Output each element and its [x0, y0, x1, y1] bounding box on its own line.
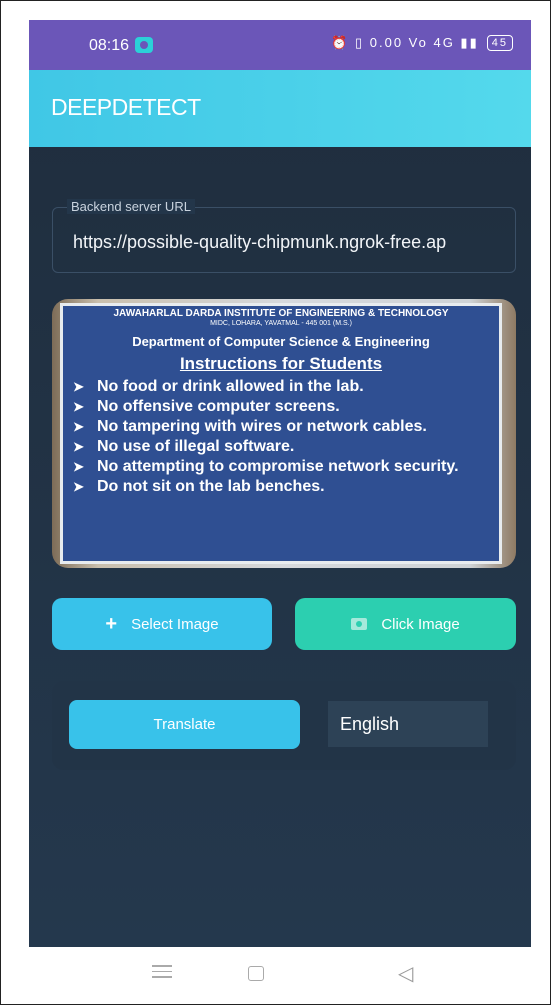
list-item: ➤ No offensive computer screens. — [73, 398, 340, 415]
list-item: ➤ No food or drink allowed in the lab. — [73, 378, 364, 395]
click-image-label: Click Image — [381, 615, 460, 633]
phone-screen: 08:16 ⏰ ▯ 0.00 Vo 4G ▮▮ 45 DEEPDETECT Ba… — [29, 20, 531, 947]
list-item: ➤ Do not sit on the lab benches. — [73, 478, 325, 495]
instruction-list: ➤ No food or drink allowed in the lab. ➤ N… — [63, 377, 499, 497]
click-image-button[interactable]: Click Image — [295, 598, 516, 650]
select-image-button[interactable]: + Select Image — [52, 598, 272, 650]
board-department: Department of Computer Science & Enginee… — [132, 334, 430, 349]
board-address: MIDC, LOHARA, YAVATMAL - 445 001 (M.S.) — [210, 320, 352, 327]
board-institute: JAWAHARLAL DARDA INSTITUTE OF ENGINEERIN… — [113, 308, 449, 319]
arrow-icon: ➤ — [73, 419, 84, 434]
list-item: ➤ No tampering with wires or network cabl… — [73, 418, 427, 435]
language-select[interactable]: English — [328, 701, 488, 747]
status-icons: ⏰ ▯ 0.00 Vo 4G ▮▮ 45 — [331, 35, 513, 51]
url-field-label: Backend server URL — [67, 199, 195, 214]
url-input[interactable]: https://possible-quality-chipmunk.ngrok-… — [73, 232, 507, 253]
home-icon[interactable] — [248, 966, 264, 981]
plus-icon: + — [105, 613, 118, 635]
translate-panel: Translate English — [52, 681, 516, 770]
board-heading: Instructions for Students — [179, 354, 383, 373]
translate-button[interactable]: Translate — [69, 700, 300, 749]
arrow-icon: ➤ — [73, 439, 84, 454]
status-bar: 08:16 ⏰ ▯ 0.00 Vo 4G ▮▮ 45 — [29, 20, 531, 70]
translate-label: Translate — [153, 716, 216, 733]
camera-icon — [351, 618, 368, 630]
image-preview: JAWAHARLAL DARDA INSTITUTE OF ENGINEERIN… — [52, 299, 516, 568]
app-header: DEEPDETECT — [29, 70, 531, 147]
arrow-icon: ➤ — [73, 459, 84, 474]
notice-board: JAWAHARLAL DARDA INSTITUTE OF ENGINEERIN… — [60, 303, 502, 564]
status-time: 08:16 — [89, 37, 130, 54]
arrow-icon: ➤ — [73, 479, 84, 494]
chat-notification-icon — [135, 37, 153, 53]
status-indicators: ⏰ ▯ 0.00 Vo 4G ▮▮ — [331, 35, 479, 50]
system-nav-bar: ◁ — [0, 947, 553, 1005]
back-icon[interactable]: ◁ — [398, 961, 413, 986]
list-item: ➤ No use of illegal software. — [73, 438, 295, 455]
select-image-label: Select Image — [131, 615, 219, 633]
menu-icon[interactable] — [152, 961, 172, 982]
backend-url-field[interactable]: Backend server URL https://possible-qual… — [52, 199, 516, 273]
arrow-icon: ➤ — [73, 399, 84, 414]
list-item: ➤ No attempting to compromise network sec… — [73, 458, 459, 475]
app-title: DEEPDETECT — [51, 94, 201, 120]
arrow-icon: ➤ — [73, 379, 84, 394]
battery-icon: 45 — [486, 35, 513, 51]
